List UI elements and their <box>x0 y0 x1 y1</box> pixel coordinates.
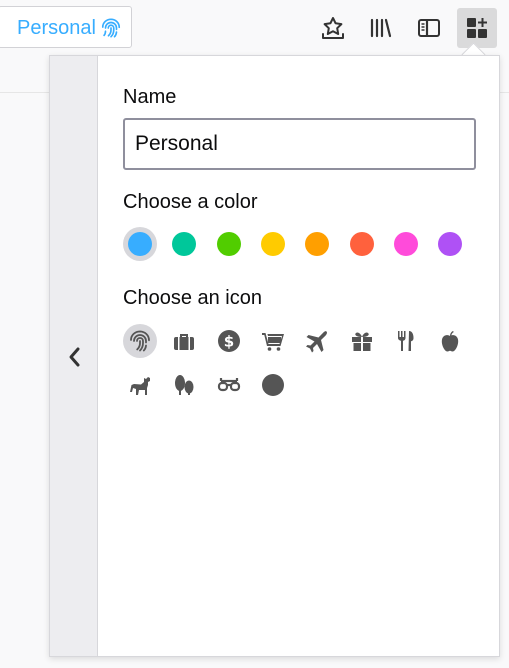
color-dot-red <box>349 232 374 256</box>
color-dot-turquoise <box>172 232 197 256</box>
pet-icon <box>130 377 150 395</box>
container-name-input[interactable] <box>123 118 476 170</box>
star-tray-icon <box>322 17 344 39</box>
color-dot-blue <box>128 232 152 256</box>
chevron-left-icon <box>69 347 80 367</box>
fruit-icon <box>441 331 459 352</box>
containers-plus-icon <box>467 18 487 38</box>
color-swatch-pink[interactable] <box>389 227 423 261</box>
icon-option-gift[interactable] <box>345 324 379 358</box>
containers-button[interactable] <box>457 8 497 48</box>
container-edit-panel: Name Choose a color Choose an icon $ <box>49 55 500 657</box>
color-swatch-purple[interactable] <box>433 227 467 261</box>
cart-icon <box>261 333 284 351</box>
fingerprint-icon <box>101 18 121 38</box>
fingerprint-icon <box>130 330 150 352</box>
icon-option-circle[interactable] <box>256 368 290 402</box>
color-swatch-red[interactable] <box>345 227 379 261</box>
container-indicator-label: Personal <box>17 17 96 39</box>
icon-option-tree[interactable] <box>167 368 201 402</box>
food-icon <box>397 331 414 351</box>
color-dot-green <box>216 232 241 256</box>
color-label: Choose a color <box>123 191 258 213</box>
icon-option-chill[interactable] <box>212 368 246 402</box>
icon-option-cart[interactable] <box>256 324 290 358</box>
color-dot-yellow <box>260 232 285 256</box>
bookmark-page-button[interactable] <box>313 8 353 48</box>
icon-option-pet[interactable] <box>123 368 157 402</box>
circle-icon <box>261 374 284 396</box>
dollar-icon: $ <box>217 330 240 352</box>
gift-icon <box>351 332 372 351</box>
color-dot-orange <box>305 232 330 256</box>
briefcase-icon <box>174 334 195 350</box>
container-indicator[interactable]: Personal <box>0 6 132 48</box>
color-swatch-blue[interactable] <box>123 227 157 261</box>
sidebar-toggle-button[interactable] <box>409 8 449 48</box>
color-swatch-green[interactable] <box>212 227 246 261</box>
icon-option-briefcase[interactable] <box>167 324 201 358</box>
color-swatch-orange[interactable] <box>300 227 334 261</box>
browser-toolbar: Personal <box>0 0 509 56</box>
sidebar-icon <box>418 19 440 37</box>
color-dot-purple <box>438 232 463 256</box>
back-button[interactable] <box>50 56 98 656</box>
name-label: Name <box>123 86 177 108</box>
icon-option-vacation[interactable] <box>300 324 334 358</box>
vacation-icon <box>306 331 328 353</box>
tree-icon <box>175 375 194 395</box>
color-swatch-yellow[interactable] <box>256 227 290 261</box>
icon-option-dollar[interactable]: $ <box>212 324 246 358</box>
icon-option-fingerprint[interactable] <box>123 324 157 358</box>
svg-text:$: $ <box>223 333 233 351</box>
color-swatch-turquoise[interactable] <box>167 227 201 261</box>
library-icon <box>370 18 392 38</box>
library-button[interactable] <box>361 8 401 48</box>
chill-icon <box>217 378 240 392</box>
icon-option-fruit[interactable] <box>433 324 467 358</box>
icon-label: Choose an icon <box>123 287 262 309</box>
color-dot-pink <box>393 232 418 256</box>
icon-option-food[interactable] <box>389 324 423 358</box>
